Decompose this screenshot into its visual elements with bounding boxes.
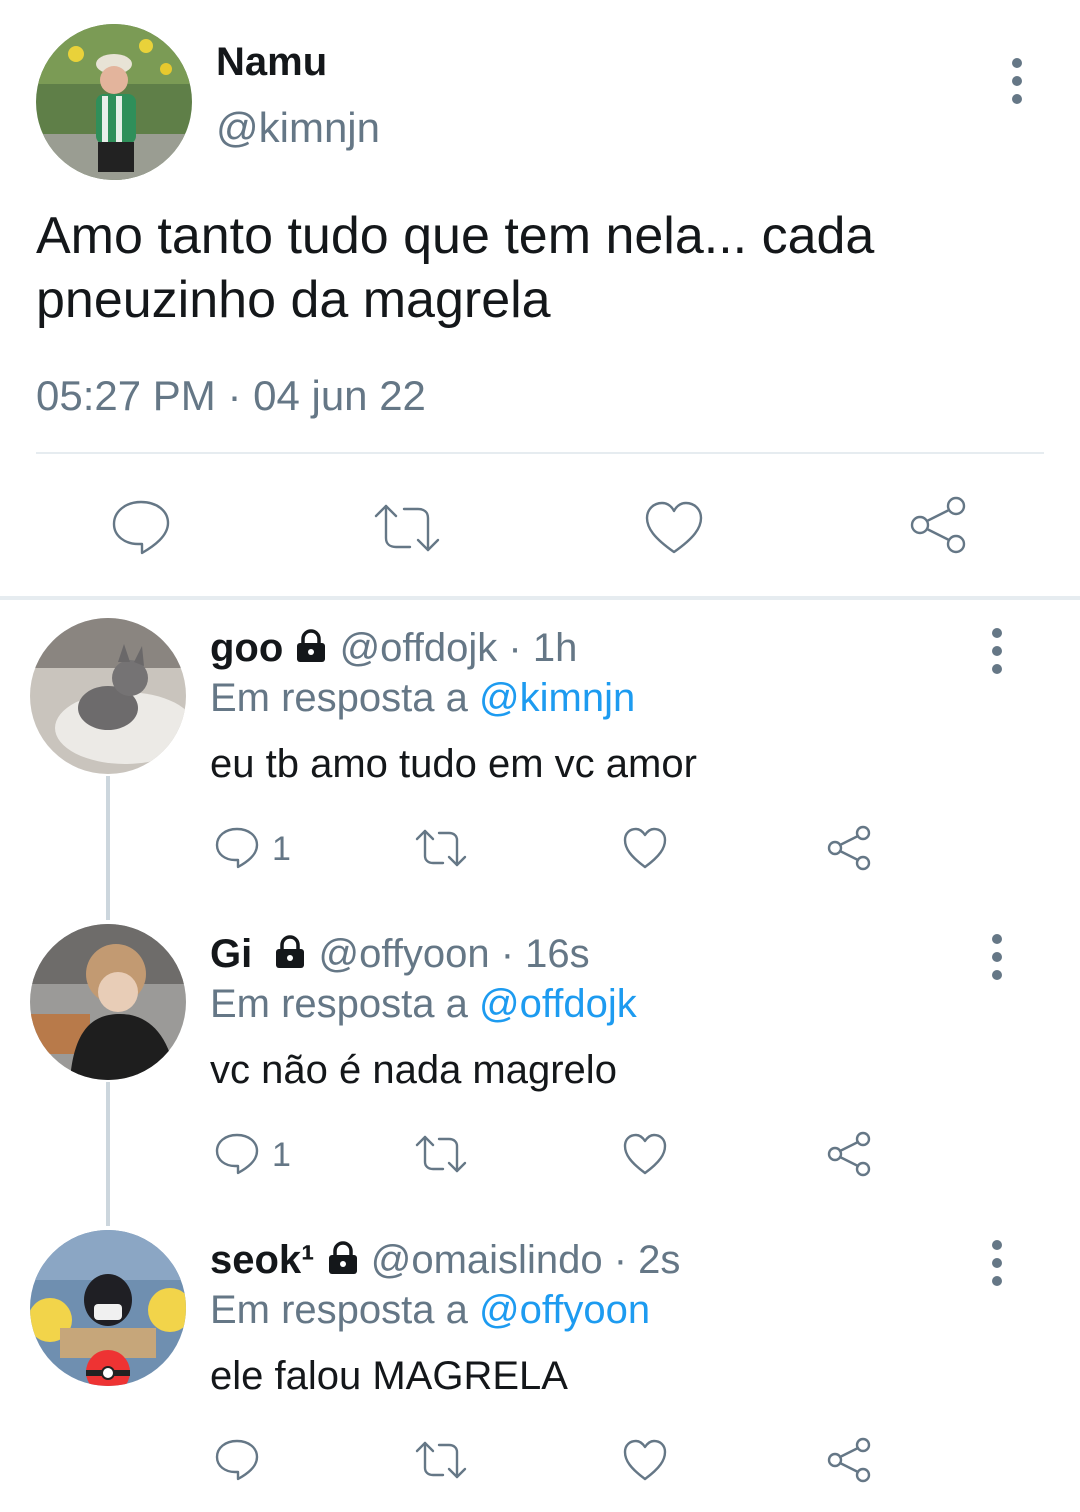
retweet-icon[interactable] bbox=[372, 502, 442, 554]
in-reply-to: Em resposta a @kimnjn bbox=[210, 676, 635, 721]
in-reply-link[interactable]: @offyoon bbox=[479, 1288, 650, 1332]
separator-dot: · bbox=[508, 626, 522, 670]
reply-time[interactable]: 2s bbox=[638, 1238, 680, 1282]
in-reply-to: Em resposta a @offdojk bbox=[210, 982, 637, 1027]
avatar[interactable] bbox=[30, 924, 186, 1080]
like-icon[interactable] bbox=[622, 1438, 668, 1482]
retweet-icon[interactable] bbox=[414, 1440, 468, 1480]
reply-header: seok¹ @omaislindo · 2s bbox=[210, 1238, 680, 1283]
more-icon[interactable] bbox=[990, 628, 1004, 682]
thread-line bbox=[106, 1082, 110, 1226]
author-name[interactable]: Namu bbox=[216, 40, 327, 85]
share-icon[interactable] bbox=[826, 1436, 874, 1484]
reply-count: 1 bbox=[272, 830, 291, 868]
lock-icon bbox=[297, 629, 326, 662]
like-icon[interactable] bbox=[622, 1132, 668, 1176]
in-reply-label: Em resposta a bbox=[210, 1288, 468, 1332]
retweet-icon[interactable] bbox=[414, 1134, 468, 1174]
reply-text: ele falou MAGRELA bbox=[210, 1354, 568, 1398]
reply-text: eu tb amo tudo em vc amor bbox=[210, 742, 697, 786]
more-icon[interactable] bbox=[990, 1240, 1004, 1294]
reply-author-name[interactable]: Gi bbox=[210, 932, 252, 976]
lock-icon bbox=[276, 935, 305, 968]
reply-count: 1 bbox=[272, 1136, 291, 1174]
share-icon[interactable] bbox=[826, 1130, 874, 1178]
more-icon[interactable] bbox=[990, 934, 1004, 988]
timestamp[interactable]: 05:27 PM · 04 jun 22 bbox=[36, 372, 426, 420]
reply-header: Gi @offyoon · 16s bbox=[210, 932, 590, 977]
reply-author-handle[interactable]: @offyoon bbox=[318, 932, 489, 976]
tweet-text-line: pneuzinho da magrela bbox=[36, 271, 551, 329]
divider bbox=[36, 452, 1044, 454]
reply-icon[interactable] bbox=[214, 1132, 260, 1176]
in-reply-to: Em resposta a @offyoon bbox=[210, 1288, 650, 1333]
reply-author-handle[interactable]: @offdojk bbox=[340, 626, 498, 670]
tweet-text: Amo tanto tudo que tem nela... cada pneu… bbox=[36, 204, 1046, 332]
thread-line bbox=[106, 776, 110, 920]
reply-icon[interactable] bbox=[110, 498, 172, 556]
like-icon[interactable] bbox=[622, 826, 668, 870]
avatar[interactable] bbox=[30, 1230, 186, 1386]
reply-time[interactable]: 16s bbox=[525, 932, 590, 976]
separator-dot: · bbox=[613, 1238, 628, 1282]
avatar[interactable] bbox=[36, 24, 192, 180]
in-reply-link[interactable]: @kimnjn bbox=[479, 676, 635, 720]
in-reply-link[interactable]: @offdojk bbox=[479, 982, 637, 1026]
author-handle[interactable]: @kimnjn bbox=[216, 104, 380, 152]
in-reply-label: Em resposta a bbox=[210, 676, 468, 720]
in-reply-label: Em resposta a bbox=[210, 982, 468, 1026]
separator-dot: · bbox=[500, 932, 515, 976]
reply-icon[interactable] bbox=[214, 1438, 260, 1482]
avatar[interactable] bbox=[30, 618, 186, 774]
reply-header: goo @offdojk · 1h bbox=[210, 626, 577, 671]
like-icon[interactable] bbox=[644, 500, 704, 556]
retweet-icon[interactable] bbox=[414, 828, 468, 868]
reply-text: vc não é nada magrelo bbox=[210, 1048, 617, 1092]
share-icon[interactable] bbox=[908, 494, 970, 556]
reply-author-name[interactable]: seok¹ bbox=[210, 1238, 315, 1282]
section-divider bbox=[0, 596, 1080, 600]
reply-icon[interactable] bbox=[214, 826, 260, 870]
lock-icon bbox=[328, 1241, 357, 1274]
reply-author-handle[interactable]: @omaislindo bbox=[371, 1238, 603, 1282]
share-icon[interactable] bbox=[826, 824, 874, 872]
tweet-text-line: Amo tanto tudo que tem nela... cada bbox=[36, 207, 875, 265]
more-icon[interactable] bbox=[1010, 58, 1024, 112]
reply-author-name[interactable]: goo bbox=[210, 626, 283, 670]
reply-time[interactable]: 1h bbox=[533, 626, 578, 670]
